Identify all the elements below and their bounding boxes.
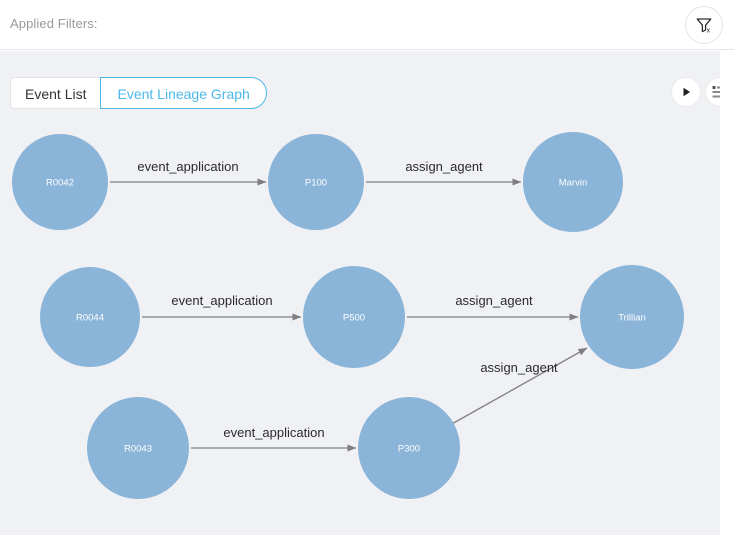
graph-node-r0044[interactable]: R0044 xyxy=(40,267,140,367)
graph-node-p500[interactable]: P500 xyxy=(303,266,405,368)
svg-text:x: x xyxy=(707,27,711,34)
graph-edge-label: event_application xyxy=(223,425,324,440)
list-legend-icon xyxy=(712,85,720,99)
graph-node-r0043[interactable]: R0043 xyxy=(87,397,189,499)
lineage-graph-canvas[interactable]: event_application assign_agent event_appli… xyxy=(0,51,720,535)
graph-node-p100[interactable]: P100 xyxy=(268,134,364,230)
graph-edge-label: event_application xyxy=(137,159,238,174)
graph-node-label: P500 xyxy=(343,313,365,324)
graph-node-r0042[interactable]: R0042 xyxy=(12,134,108,230)
clear-filters-button[interactable]: x xyxy=(685,6,723,44)
play-icon xyxy=(679,85,693,99)
graph-node-marvin[interactable]: Marvin xyxy=(523,132,623,232)
applied-filters-label: Applied Filters: xyxy=(10,16,98,31)
graph-nodes: R0042 P100 Marvin R0044 P500 Trillian R0043 P30… xyxy=(12,132,684,499)
graph-node-label: R0043 xyxy=(124,444,152,455)
tab-event-lineage-graph[interactable]: Event Lineage Graph xyxy=(100,77,267,109)
graph-edge-label: assign_agent xyxy=(480,360,558,375)
event-lineage-graph-panel: event_application assign_agent event_appli… xyxy=(0,51,720,535)
graph-node-label: R0042 xyxy=(46,178,74,189)
graph-edge-label: assign_agent xyxy=(455,293,533,308)
tab-event-list[interactable]: Event List xyxy=(10,77,101,109)
view-tabs: Event List Event Lineage Graph xyxy=(10,77,267,109)
play-button[interactable] xyxy=(671,77,701,107)
graph-node-trillian[interactable]: Trillian xyxy=(580,265,684,369)
applied-filters-bar: Applied Filters: x xyxy=(0,0,734,50)
graph-node-p300[interactable]: P300 xyxy=(358,397,460,499)
graph-node-label: P300 xyxy=(398,444,420,455)
graph-node-label: Trillian xyxy=(618,313,646,324)
graph-node-label: Marvin xyxy=(559,178,588,189)
graph-node-label: R0044 xyxy=(76,313,104,324)
filter-remove-icon: x xyxy=(694,15,714,35)
graph-edge-label: assign_agent xyxy=(405,159,483,174)
graph-edge-label: event_application xyxy=(171,293,272,308)
graph-node-label: P100 xyxy=(305,178,327,189)
